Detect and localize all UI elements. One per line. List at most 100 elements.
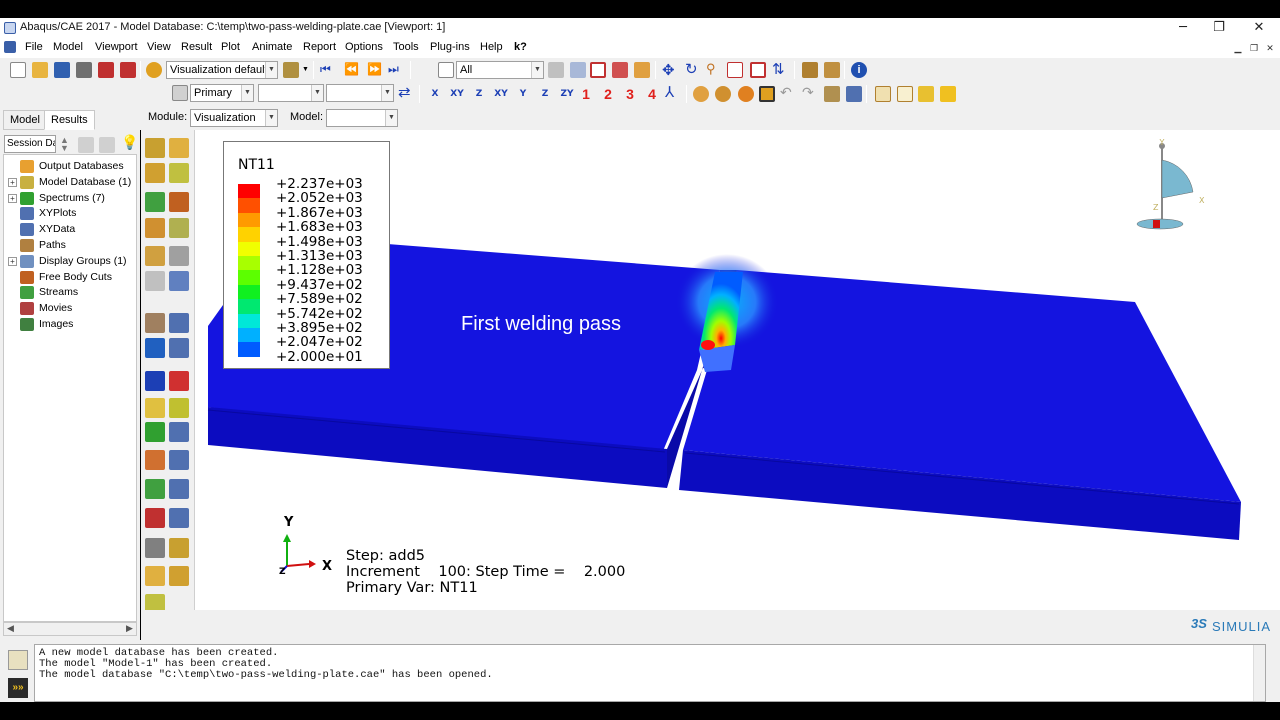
menu-help[interactable]: Help <box>480 41 503 53</box>
field-output-icon[interactable] <box>172 85 188 101</box>
menu-file[interactable]: File <box>25 41 43 53</box>
palette-icon[interactable] <box>146 62 162 78</box>
view-z-icon[interactable]: Z <box>469 85 489 103</box>
toolbox-tool-icon[interactable] <box>145 338 165 358</box>
shaded-icon[interactable] <box>715 86 731 102</box>
toolbox-tool-icon[interactable] <box>169 313 189 333</box>
toolbox-tool-icon[interactable] <box>145 538 165 558</box>
expand-icon[interactable]: + <box>8 193 17 203</box>
toolbox-tool-icon[interactable] <box>145 138 165 158</box>
toolbox-tool-icon[interactable] <box>169 566 189 586</box>
message-area-icon[interactable] <box>8 650 28 670</box>
saved-view-1-button[interactable]: 1 <box>577 85 595 103</box>
menu-report[interactable]: Report <box>303 41 336 53</box>
field-output-component-combo[interactable]: ▼ <box>326 84 394 102</box>
export-icon[interactable] <box>120 62 136 78</box>
selection-options-icon[interactable] <box>548 62 564 78</box>
chevron-down-icon[interactable]: ▼ <box>302 66 309 73</box>
last-frame-icon[interactable]: ⏭ <box>388 62 399 77</box>
document-menu-icon[interactable] <box>4 41 16 53</box>
drag-select-icon[interactable] <box>634 62 650 78</box>
filled-icon[interactable] <box>918 86 934 102</box>
toolbox-tool-icon[interactable] <box>169 422 189 442</box>
new-file-icon[interactable] <box>10 62 26 78</box>
primary-variable-combo[interactable]: Primary ▼ <box>190 84 254 102</box>
tree-options-icon[interactable] <box>99 137 115 153</box>
scroll-right-icon[interactable]: ▶ <box>126 623 133 634</box>
toolbox-tool-icon[interactable] <box>169 371 189 391</box>
import-icon[interactable] <box>98 62 114 78</box>
toolbox-tool-icon[interactable] <box>169 479 189 499</box>
save-icon[interactable] <box>54 62 70 78</box>
menu-viewport[interactable]: Viewport <box>95 41 138 53</box>
toolbox-tool-icon[interactable] <box>145 450 165 470</box>
toolbox-tool-icon[interactable] <box>169 163 189 183</box>
toolbox-tool-icon[interactable] <box>145 163 165 183</box>
toolbox-tool-icon[interactable] <box>169 271 189 291</box>
minimize-button[interactable]: ─ <box>1164 18 1202 38</box>
highlight-icon[interactable] <box>612 62 628 78</box>
auto-fit-icon[interactable] <box>750 62 766 78</box>
contour-legend[interactable]: NT11 +2.237e+03 +2.052e+03 +1.867e+03 +1.68… <box>223 141 390 369</box>
previous-frame-icon[interactable]: ⏪ <box>344 62 359 76</box>
pan-icon[interactable]: ✥ <box>662 61 675 79</box>
visualization-defaults-combo[interactable]: Visualization defaults ▼ <box>166 61 278 79</box>
saved-view-4-button[interactable]: 4 <box>643 85 661 103</box>
expand-icon[interactable]: + <box>8 256 17 266</box>
print-icon[interactable] <box>76 62 92 78</box>
sphere-icon[interactable] <box>738 86 754 102</box>
expand-collapse-icon[interactable]: ▲ ▼ <box>60 136 69 153</box>
view-xy-icon[interactable]: XY <box>447 85 467 103</box>
toolbox-tool-icon[interactable] <box>145 371 165 391</box>
restore-button[interactable]: ❐ <box>1200 18 1238 38</box>
expand-icon[interactable]: + <box>8 177 17 187</box>
shaded-render-icon[interactable] <box>940 86 956 102</box>
view-z2-icon[interactable]: Z <box>535 85 555 103</box>
grid-options-icon[interactable] <box>846 86 862 102</box>
toolbox-tool-icon[interactable] <box>169 508 189 528</box>
view-iso-icon[interactable]: ZY <box>557 85 577 103</box>
menu-options[interactable]: Options <box>345 41 383 53</box>
toolbox-tool-icon[interactable] <box>145 218 165 238</box>
tree-filter-icon[interactable] <box>78 137 94 153</box>
zoom-icon[interactable]: ⚲ <box>706 61 716 77</box>
box-zoom-icon[interactable] <box>727 62 743 78</box>
message-scrollbar[interactable] <box>1253 645 1265 701</box>
toolbox-tool-icon[interactable] <box>169 246 189 266</box>
next-frame-icon[interactable]: ⏩ <box>367 62 382 76</box>
view-y-icon[interactable]: Y <box>513 85 533 103</box>
tab-model[interactable]: Model <box>3 110 47 130</box>
toolbox-tool-icon[interactable] <box>169 218 189 238</box>
menu-animate[interactable]: Animate <box>252 41 292 53</box>
session-data-combo[interactable]: Session Da <box>4 135 56 153</box>
select-cursor-icon[interactable] <box>438 62 454 78</box>
toolbox-tool-icon[interactable] <box>145 192 165 212</box>
field-output-variable-combo[interactable]: ▼ <box>258 84 324 102</box>
scroll-left-icon[interactable]: ◀ <box>7 623 14 634</box>
view-xy2-icon[interactable]: XY <box>491 85 511 103</box>
toolbox-tool-icon[interactable] <box>145 566 165 586</box>
selection-filter-combo[interactable]: All ▼ <box>456 61 544 79</box>
mdi-close-icon[interactable]: ✕ <box>1264 42 1276 54</box>
triad-icon[interactable]: ⅄ <box>665 83 674 101</box>
menu-result[interactable]: Result <box>181 41 212 53</box>
lightbulb-icon[interactable]: 💡 <box>121 134 138 151</box>
saved-view-3-button[interactable]: 3 <box>621 85 639 103</box>
tab-results[interactable]: Results <box>44 110 95 130</box>
redo-icon[interactable]: ↷ <box>802 84 814 101</box>
open-folder-icon[interactable] <box>32 62 48 78</box>
model-combo[interactable]: ▼ <box>326 109 398 127</box>
toolbox-tool-icon[interactable] <box>145 398 165 418</box>
toolbox-tool-icon[interactable] <box>145 422 165 442</box>
toolbox-tool-icon[interactable] <box>169 338 189 358</box>
menu-model[interactable]: Model <box>53 41 83 53</box>
box-select-icon[interactable] <box>590 62 606 78</box>
view-x-icon[interactable]: X <box>425 85 445 103</box>
hidden-line-icon[interactable] <box>897 86 913 102</box>
toolbox-tool-icon[interactable] <box>169 398 189 418</box>
sync-icon[interactable]: ⇄ <box>398 83 411 101</box>
undo-icon[interactable]: ↶ <box>780 84 792 101</box>
toolbox-tool-icon[interactable] <box>169 538 189 558</box>
close-button[interactable]: ✕ <box>1240 18 1278 38</box>
query-icon[interactable] <box>759 86 775 102</box>
